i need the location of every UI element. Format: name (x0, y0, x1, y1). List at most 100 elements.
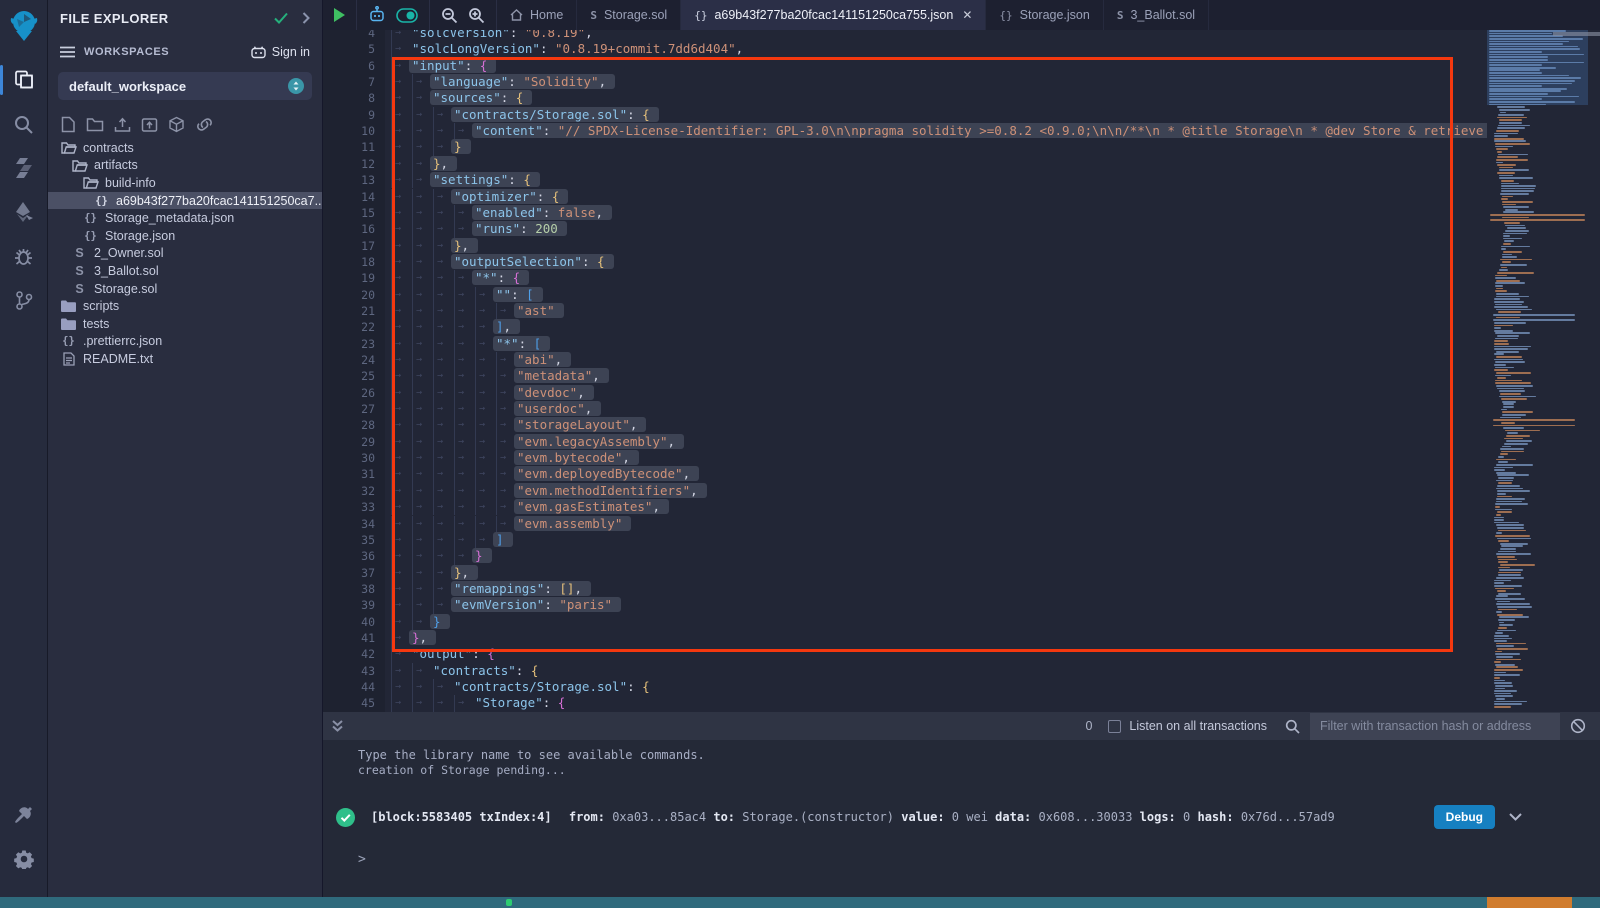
folder-closed-icon (60, 300, 77, 312)
tree-item-readme-txt[interactable]: README.txt (48, 350, 322, 368)
terminal-prompt[interactable]: > (358, 852, 1600, 867)
code-line-22: 22→→→→→], (323, 319, 1487, 335)
code-line-45: 45→→→→"Storage": { (323, 695, 1487, 711)
pending-tx-count: 0 (1085, 719, 1092, 733)
tree-item-storage-json[interactable]: {}Storage.json (48, 227, 322, 245)
search-icon (1285, 719, 1300, 734)
tree-item-3-ballot-sol[interactable]: S3_Ballot.sol (48, 262, 322, 280)
code-line-20: 20→→→→→"": [ (323, 287, 1487, 303)
code-line-38: 38→→→"remappings": [], (323, 581, 1487, 597)
folder-open-icon (60, 141, 77, 154)
sol-icon: S (590, 9, 597, 22)
code-line-40: 40→→} (323, 614, 1487, 630)
tree-item-storage-metadata-json[interactable]: {}Storage_metadata.json (48, 209, 322, 227)
json-icon: {} (999, 9, 1012, 22)
code-line-36: 36→→→→} (323, 548, 1487, 564)
tree-item-contracts[interactable]: contracts (48, 139, 322, 157)
status-badge (1487, 897, 1572, 908)
code-line-7: 7→→"language": "Solidity", (323, 74, 1487, 90)
code-line-10: 10→→→→"content": "// SPDX-License-Identi… (323, 123, 1487, 139)
tree-item-scripts[interactable]: scripts (48, 297, 322, 315)
status-bar (0, 897, 1600, 908)
tree-item-2-owner-sol[interactable]: S2_Owner.sol (48, 245, 322, 263)
code-editor[interactable]: 4→"solcVersion": "0.8.19",5→"solcLongVer… (323, 30, 1600, 712)
json-icon: {} (82, 230, 99, 242)
tx-success-icon (336, 808, 355, 827)
workspace-name: default_workspace (69, 79, 288, 94)
publish-gist-icon[interactable] (168, 116, 185, 133)
minimap[interactable] (1487, 30, 1588, 712)
code-line-16: 16→→→→"runs": 200 (323, 221, 1487, 237)
sidebar-item-plugin-manager[interactable] (0, 793, 48, 837)
toggle-icon[interactable] (396, 8, 418, 23)
tree-item-storage-sol[interactable]: SStorage.sol (48, 280, 322, 298)
code-line-30: 30→→→→→→"evm.bytecode", (323, 450, 1487, 466)
workspace-select[interactable]: default_workspace (58, 72, 312, 100)
code-line-44: 44→→→"contracts/Storage.sol": { (323, 679, 1487, 695)
json-icon: {} (82, 212, 99, 224)
zoom-in-icon[interactable] (468, 7, 485, 24)
tree-item--prettierrc-json[interactable]: {}.prettierrc.json (48, 333, 322, 351)
sidebar-item-search[interactable] (0, 102, 48, 146)
tree-item-tests[interactable]: tests (48, 315, 322, 333)
close-tab-icon[interactable]: ✕ (962, 8, 972, 22)
transaction-summary: [block:5583405 txIndex:4] from: 0xa03...… (371, 810, 1434, 824)
code-line-26: 26→→→→→→"devdoc", (323, 385, 1487, 401)
listen-all-transactions-checkbox[interactable] (1108, 720, 1121, 733)
code-line-24: 24→→→→→→"abi", (323, 352, 1487, 368)
sidebar-item-debugger[interactable] (0, 234, 48, 278)
code-line-19: 19→→→→"*": { (323, 270, 1487, 286)
code-line-33: 33→→→→→→"evm.gasEstimates", (323, 499, 1487, 515)
terminal-info-line: creation of Storage pending... (358, 763, 1600, 778)
sidebar-item-settings[interactable] (0, 837, 48, 881)
run-script-icon[interactable] (334, 8, 345, 22)
github-icon (251, 46, 266, 59)
upload-file-icon[interactable] (114, 117, 131, 133)
chevron-right-icon[interactable] (302, 12, 310, 24)
code-line-43: 43→→"contracts": { (323, 663, 1487, 679)
check-icon (274, 12, 288, 24)
tree-item-artifacts[interactable]: artifacts (48, 157, 322, 175)
transaction-log-row[interactable]: [block:5583405 txIndex:4] from: 0xa03...… (358, 805, 1600, 829)
upload-folder-icon[interactable] (141, 117, 158, 133)
code-line-39: 39→→→"evmVersion": "paris" (323, 597, 1487, 613)
debug-button[interactable]: Debug (1434, 805, 1495, 829)
tree-item-build-info[interactable]: build-info (48, 174, 322, 192)
transaction-filter-input[interactable] (1310, 713, 1560, 740)
scrollbar-thumb[interactable] (1553, 32, 1600, 36)
file-explorer-toolbar (61, 116, 322, 133)
json-icon: {} (694, 9, 707, 22)
code-line-34: 34→→→→→→"evm.assembly" (323, 516, 1487, 532)
sidebar-item-file-explorer[interactable] (0, 58, 48, 102)
sol-icon: S (71, 246, 88, 260)
hamburger-menu-icon[interactable] (60, 46, 75, 58)
clear-console-icon[interactable] (1570, 718, 1586, 734)
new-folder-icon[interactable] (86, 117, 104, 132)
minimap-viewport[interactable] (1487, 30, 1588, 105)
terminal-toolbar: 0 Listen on all transactions (323, 712, 1600, 740)
tab-home[interactable]: Home (497, 0, 577, 30)
tree-item-a69b43f277ba20fcac141151250ca7-[interactable]: {}a69b43f277ba20fcac141151250ca7... (48, 192, 322, 210)
sidebar-item-deploy-and-run[interactable] (0, 190, 48, 234)
tab-3-ballot-sol[interactable]: S3_Ballot.sol (1104, 0, 1209, 30)
expand-terminal-icon[interactable] (331, 719, 344, 733)
json-icon: {} (60, 335, 77, 347)
tab-a69b43f277ba20fcac141151250ca755-json[interactable]: {}a69b43f277ba20fcac141151250ca755.json✕ (681, 0, 986, 30)
remix-logo-icon[interactable] (0, 6, 48, 46)
folder-open-icon (71, 159, 88, 172)
listen-all-transactions-label[interactable]: Listen on all transactions (1129, 719, 1267, 733)
tab-storage-json[interactable]: {}Storage.json (986, 0, 1103, 30)
terminal-info-line: Type the library name to see available c… (358, 748, 1600, 763)
zoom-out-icon[interactable] (441, 7, 458, 24)
code-line-42: 42→"output": { (323, 646, 1487, 662)
new-file-icon[interactable] (61, 116, 76, 133)
sign-in-button[interactable]: Sign in (251, 45, 310, 59)
link-icon[interactable] (195, 117, 214, 132)
remix-ai-icon[interactable] (368, 6, 386, 24)
code-lines: 4→"solcVersion": "0.8.19",5→"solcLongVer… (323, 30, 1487, 712)
sidebar-item-solidity-compiler[interactable] (0, 146, 48, 190)
chevron-down-icon[interactable] (1509, 813, 1522, 821)
sidebar-item-git[interactable] (0, 278, 48, 322)
icon-rail (0, 0, 48, 897)
tab-storage-sol[interactable]: SStorage.sol (577, 0, 681, 30)
